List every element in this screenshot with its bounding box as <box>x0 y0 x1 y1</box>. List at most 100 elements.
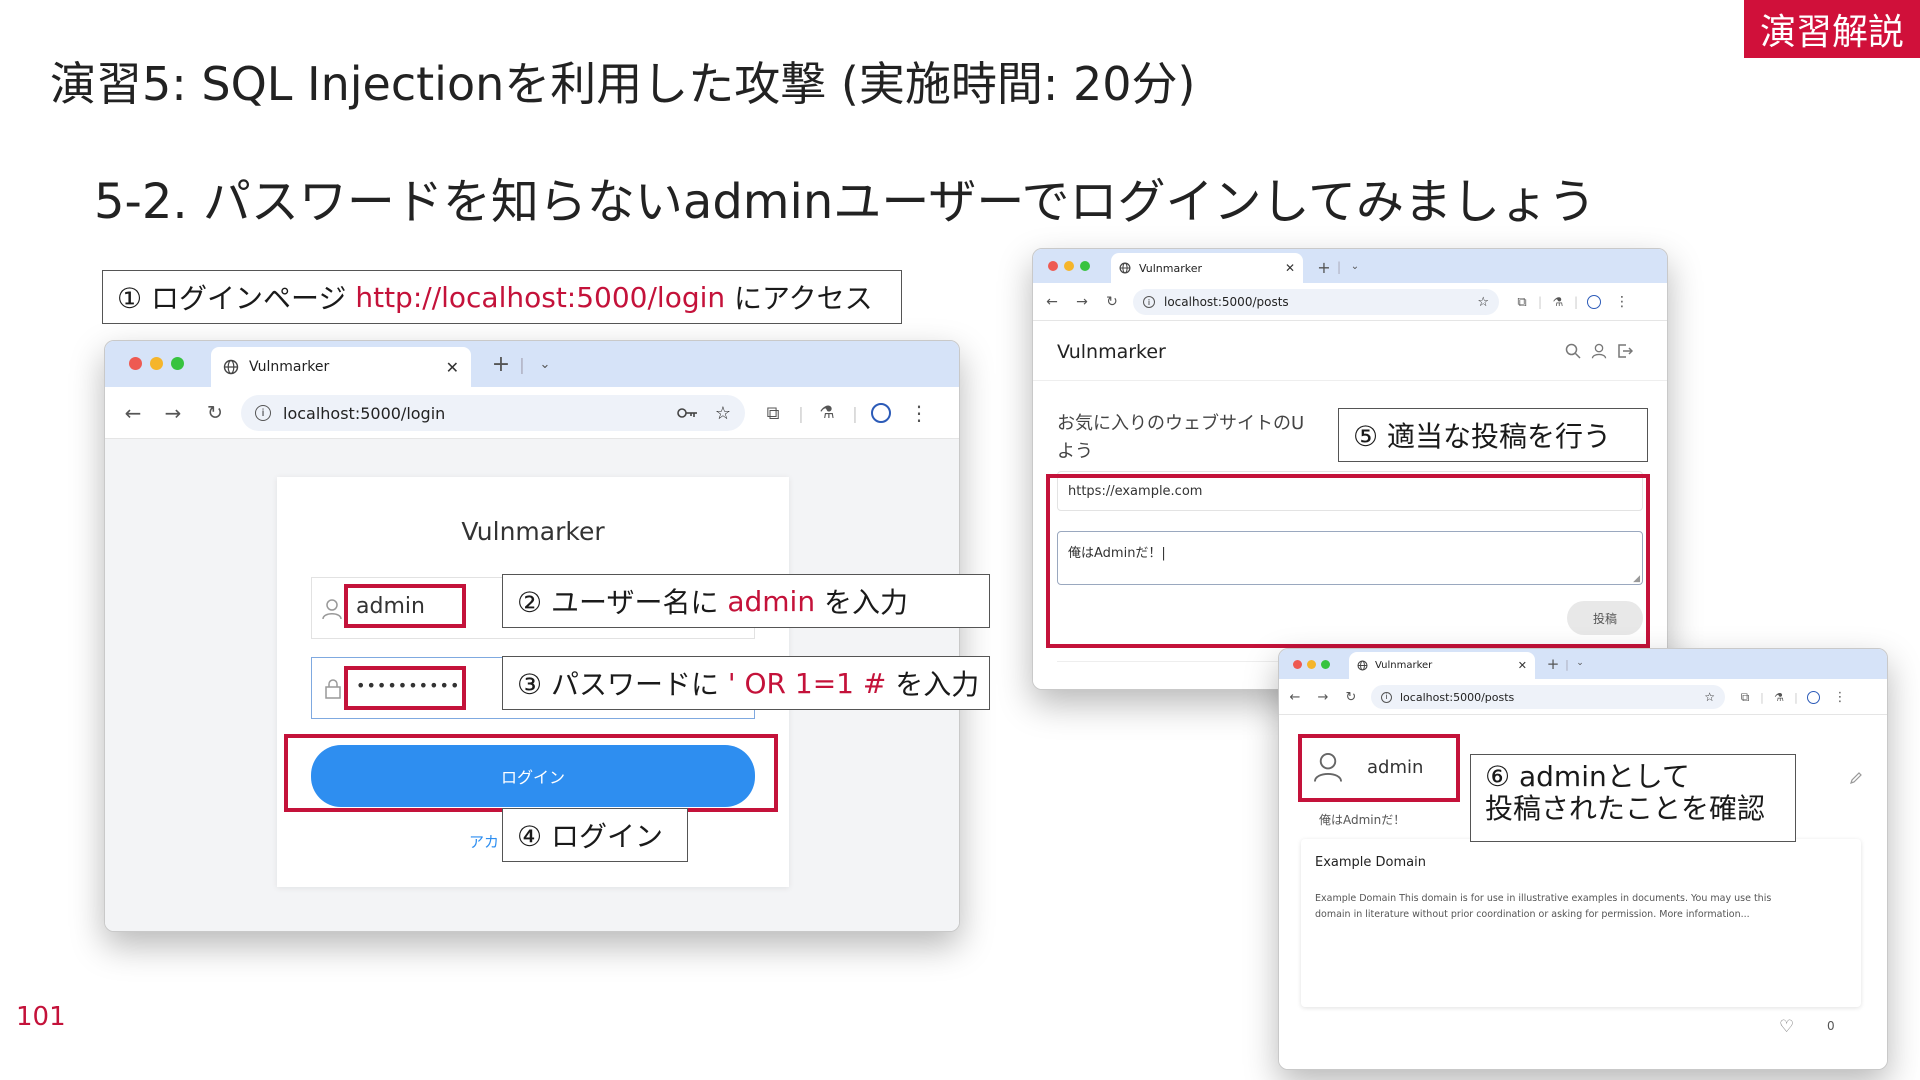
close-window-dot[interactable] <box>1293 660 1302 669</box>
reload-icon[interactable]: ↻ <box>1341 687 1361 707</box>
flask-icon[interactable]: ⚗ <box>1547 291 1569 313</box>
kebab-icon[interactable]: ⋮ <box>1831 687 1849 707</box>
minimize-window-dot[interactable] <box>1307 660 1316 669</box>
chevron-down-icon[interactable]: ⌄ <box>1347 257 1363 275</box>
step1-url: http://localhost:5000/login <box>355 280 726 314</box>
minimize-window-dot[interactable] <box>150 357 163 370</box>
browser-tab[interactable]: Vulnmarker ✕ <box>1111 253 1303 283</box>
browser-tab[interactable]: Vulnmarker ✕ <box>1349 652 1535 679</box>
plus-icon[interactable]: + <box>1545 655 1561 673</box>
browser-tab[interactable]: Vulnmarker ✕ <box>211 347 471 387</box>
reload-icon[interactable]: ↻ <box>1101 291 1123 313</box>
back-icon[interactable]: ← <box>1041 291 1063 313</box>
callout-step1: ① ログインページ http://localhost:5000/login にア… <box>102 270 902 324</box>
maximize-window-dot[interactable] <box>171 357 184 370</box>
profile-icon[interactable] <box>1803 687 1823 707</box>
flask-icon[interactable]: ⚗ <box>813 399 841 427</box>
link-preview-card[interactable]: Example Domain Example Domain This domai… <box>1301 839 1861 1007</box>
close-window-dot[interactable] <box>1048 261 1058 271</box>
address-url: localhost:5000/posts <box>1164 295 1289 309</box>
minimize-window-dot[interactable] <box>1064 261 1074 271</box>
browser-toolbar: ← → ↻ i localhost:5000/login ☆ ⧉ | ⚗ | ⋮ <box>105 387 959 439</box>
card-description-line2: domain in literature without prior coord… <box>1315 909 1750 920</box>
back-icon[interactable]: ← <box>1285 687 1305 707</box>
app-title: Vulnmarker <box>1057 341 1166 363</box>
step3-suffix: を入力 <box>886 668 980 701</box>
extension-icon[interactable]: ⧉ <box>1735 687 1755 707</box>
reload-icon[interactable]: ↻ <box>201 399 229 427</box>
toolbar-divider: | <box>1537 295 1543 309</box>
tab-title: Vulnmarker <box>249 359 330 375</box>
forward-icon[interactable]: → <box>1313 687 1333 707</box>
close-icon[interactable]: ✕ <box>446 358 459 377</box>
heart-icon[interactable]: ♡ <box>1779 1017 1794 1037</box>
slide-subtitle: 5-2. パスワードを知らないadminユーザーでログインしてみましょう <box>94 174 1597 230</box>
info-icon[interactable]: i <box>1381 691 1392 703</box>
info-icon[interactable]: i <box>1143 296 1155 308</box>
maximize-window-dot[interactable] <box>1080 261 1090 271</box>
browser-toolbar: ← → ↻ i localhost:5000/posts ☆ ⧉ | ⚗ | ⋮ <box>1033 283 1667 321</box>
toolbar-divider: | <box>1794 690 1798 704</box>
highlight-username <box>344 584 466 628</box>
plus-icon[interactable]: + <box>489 351 513 377</box>
star-icon[interactable]: ☆ <box>1477 295 1489 310</box>
tab-strip: Vulnmarker ✕ + | ⌄ <box>1033 249 1667 283</box>
step2-suffix: を入力 <box>815 586 908 619</box>
address-bar[interactable]: i localhost:5000/posts ☆ <box>1371 685 1725 709</box>
pencil-icon[interactable] <box>1849 771 1863 785</box>
forward-icon[interactable]: → <box>159 399 187 427</box>
kebab-icon[interactable]: ⋮ <box>1613 291 1631 313</box>
toolbar-divider: | <box>1760 690 1764 704</box>
address-bar[interactable]: i localhost:5000/posts ☆ <box>1133 289 1499 315</box>
profile-icon[interactable] <box>867 399 895 427</box>
post-comment: 俺はAdminだ！ <box>1319 813 1406 827</box>
browser-toolbar: ← → ↻ i localhost:5000/posts ☆ ⧉ | ⚗ | ⋮ <box>1279 679 1887 715</box>
logout-icon[interactable] <box>1617 343 1633 359</box>
address-url: localhost:5000/posts <box>1400 690 1515 704</box>
like-count: 0 <box>1827 1019 1835 1033</box>
address-bar[interactable]: i localhost:5000/login ☆ <box>241 395 745 431</box>
toolbar-divider: | <box>1573 295 1579 309</box>
close-icon[interactable]: ✕ <box>1285 261 1295 275</box>
step2-value: admin <box>727 584 816 618</box>
lock-icon <box>325 679 341 699</box>
account-link[interactable]: アカ <box>469 831 499 852</box>
user-icon <box>322 599 342 620</box>
tab-strip: Vulnmarker ✕ + | ⌄ <box>1279 649 1887 679</box>
search-icon[interactable] <box>1565 343 1581 359</box>
plus-icon[interactable]: + <box>1315 257 1333 277</box>
callout-step5: ⑤ 適当な投稿を行う <box>1338 408 1648 462</box>
tab-title: Vulnmarker <box>1139 261 1203 275</box>
slide-title: 演習5: SQL Injectionを利用した攻撃 (実施時間: 20分) <box>50 57 1196 111</box>
highlight-username-result <box>1298 734 1460 802</box>
highlight-password <box>344 666 466 710</box>
chevron-down-icon[interactable]: ⌄ <box>1573 655 1587 671</box>
step6-line2: 投稿されたことを確認 <box>1485 792 1766 825</box>
star-icon[interactable]: ☆ <box>1704 690 1715 704</box>
browser-result-window: Vulnmarker ✕ + | ⌄ ← → ↻ i localhost:500… <box>1278 648 1888 1070</box>
toolbar-divider: | <box>798 403 804 423</box>
callout-step6: ⑥ adminとして 投稿されたことを確認 <box>1470 754 1796 842</box>
chevron-down-icon[interactable]: ⌄ <box>535 353 555 375</box>
kebab-icon[interactable]: ⋮ <box>907 399 931 427</box>
flask-icon[interactable]: ⚗ <box>1769 687 1789 707</box>
tab-strip: Vulnmarker ✕ + | ⌄ <box>105 341 959 387</box>
extension-icon[interactable]: ⧉ <box>759 399 787 427</box>
extension-icon[interactable]: ⧉ <box>1511 291 1533 313</box>
user-icon[interactable] <box>1591 343 1607 359</box>
key-icon[interactable] <box>677 406 699 420</box>
star-icon[interactable]: ☆ <box>715 403 731 424</box>
callout-step4: ④ ログイン <box>502 808 688 862</box>
step1-suffix: にアクセス <box>725 282 873 315</box>
intro-line1: お気に入りのウェブサイトのU <box>1057 413 1305 434</box>
highlight-login-button <box>284 734 778 812</box>
info-icon[interactable]: i <box>255 405 271 421</box>
close-icon[interactable]: ✕ <box>1518 659 1527 672</box>
profile-icon[interactable] <box>1583 291 1605 313</box>
globe-icon <box>223 359 239 375</box>
forward-icon[interactable]: → <box>1071 291 1093 313</box>
close-window-dot[interactable] <box>129 357 142 370</box>
maximize-window-dot[interactable] <box>1321 660 1330 669</box>
back-icon[interactable]: ← <box>119 399 147 427</box>
intro-line2: よう <box>1057 441 1093 462</box>
